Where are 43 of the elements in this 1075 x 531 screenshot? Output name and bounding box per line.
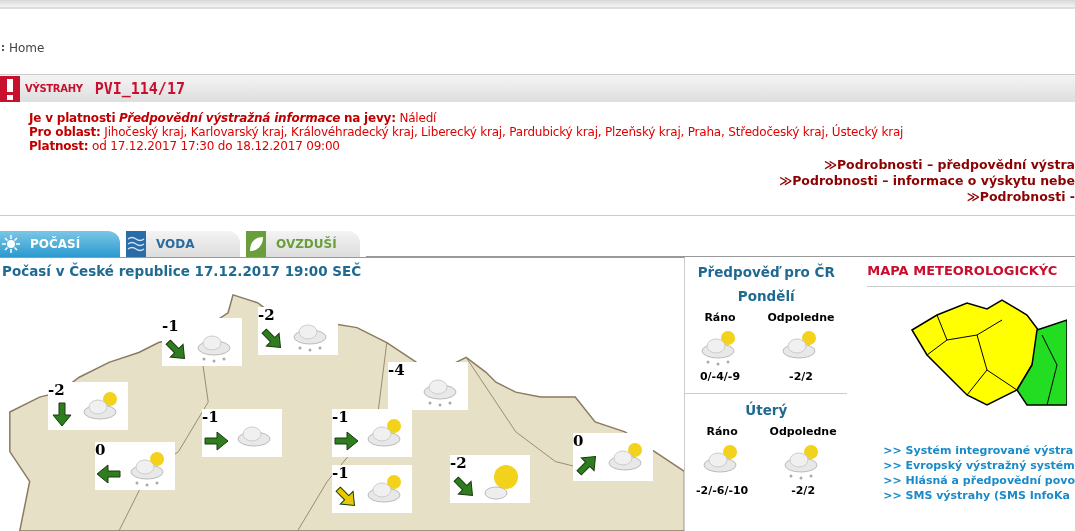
day-name: Pondělí	[737, 287, 795, 306]
sun-icon	[2, 235, 20, 253]
weather-map-title: Počasí v České republice 17.12.2017 19:00 SEČ	[1, 261, 363, 281]
warning-text: Pro oblast: Jihočeský kraj, Karlovarský kraj, Královéhradecký kraj, Liberecký kraj, Pardubický kraj, Plzeňský kraj, Praha, Středočeský kraj, Ústecký kraj	[29, 125, 905, 139]
temperature: -1	[202, 409, 220, 426]
time-of-day-label: Ráno	[704, 311, 736, 324]
temperature: -2	[258, 307, 276, 324]
leaf-icon	[246, 231, 266, 257]
tab[interactable]: OVZDUŠÍ	[246, 231, 360, 257]
waves-icon	[126, 231, 146, 257]
temperature-range: -2/2	[791, 484, 816, 497]
temperature-range: -2/-6/-10	[695, 484, 749, 497]
home-link[interactable]: Home	[9, 41, 45, 55]
separator-icon	[2, 44, 5, 52]
info-link[interactable]: >> SMS výstrahy (SMS InfoKa	[883, 488, 1075, 503]
temperature-range: 0/-4/-9	[699, 370, 741, 383]
temperature: -1	[162, 318, 180, 335]
temperature: -1	[332, 409, 350, 426]
temperature: -1	[332, 465, 350, 482]
temperature: 0	[573, 433, 585, 450]
temperature: 0	[95, 442, 107, 459]
temperature-range: -2/2	[789, 370, 813, 383]
warning-text: Platnost: od 17.12.2017 17:30 do 18.12.2017 09:00	[29, 139, 341, 153]
temperature: -2	[450, 455, 468, 472]
warnings-logo-text: VÝSTRAHY	[25, 83, 83, 94]
info-link[interactable]: >> Hlásná a předpovědní povo	[883, 473, 1075, 488]
temperature: -4	[388, 362, 406, 379]
details-link[interactable]: ≫Podrobnosti – informace o výskytu nebe	[779, 173, 1075, 189]
day-name: Úterý	[745, 400, 788, 420]
time-of-day-label: Odpoledne	[769, 425, 837, 438]
details-link[interactable]: ≫Podrobnosti – předpovědní výstra	[823, 157, 1075, 173]
warning-code: PVI_114/17	[94, 79, 185, 98]
temperature: -2	[48, 382, 66, 399]
forecast-title: Předpověď pro ČR	[697, 262, 835, 280]
tab[interactable]: VODA	[126, 231, 240, 257]
time-of-day-label: Odpoledne	[767, 311, 835, 324]
section-title: MAPA METEOROLOGICKÝC	[867, 257, 1075, 287]
info-link[interactable]: >> Systém integrované výstra	[883, 443, 1075, 458]
details-link[interactable]: ≫Podrobnosti -	[966, 189, 1075, 205]
warning-text: Je v platnosti Předpovědní výstražná informace na jevy: Náledí	[29, 111, 438, 125]
tab[interactable]: POČASÍ	[0, 231, 120, 257]
time-of-day-label: Ráno	[706, 425, 738, 438]
info-link[interactable]: >> Evropský výstražný systém	[883, 458, 1075, 473]
